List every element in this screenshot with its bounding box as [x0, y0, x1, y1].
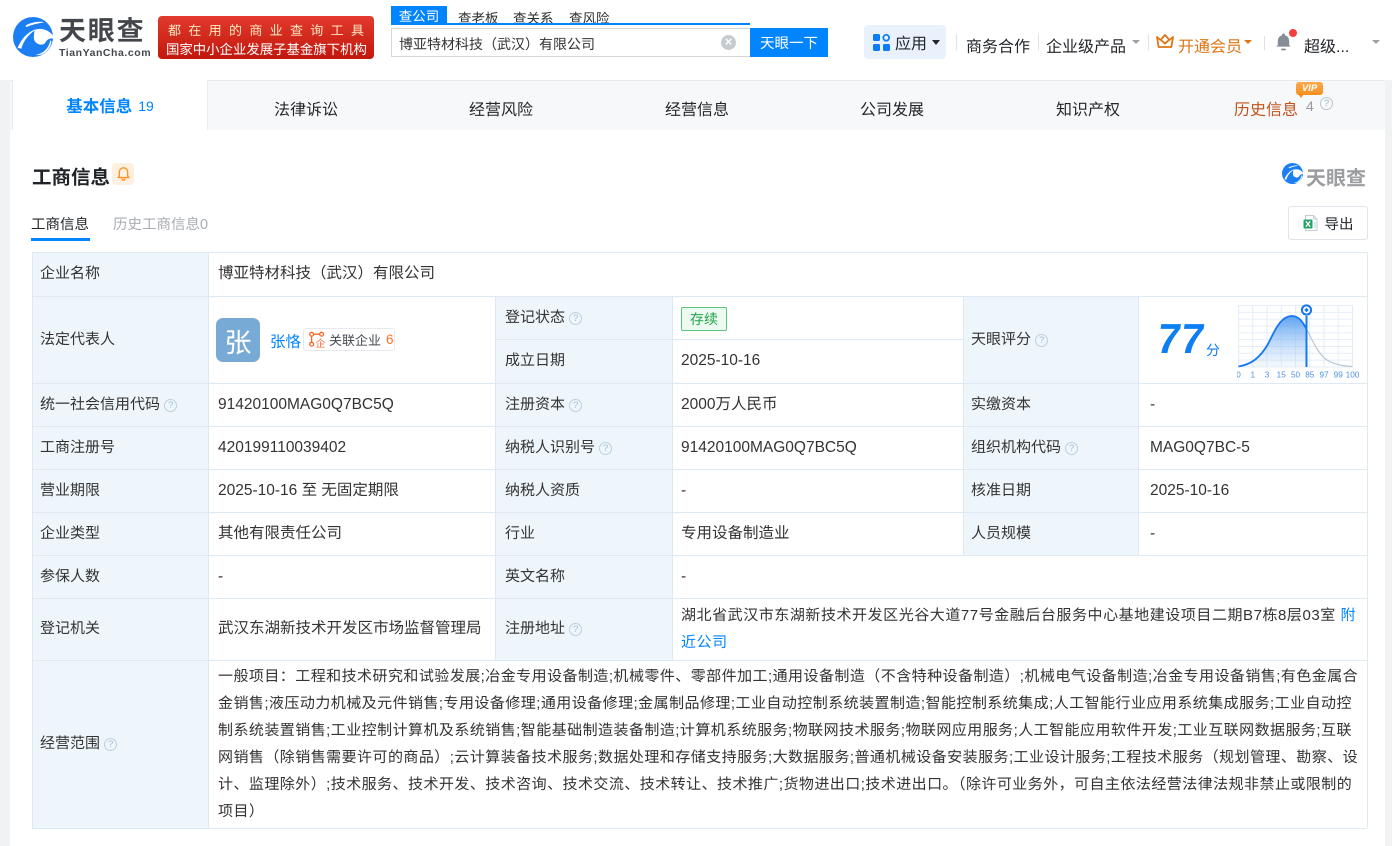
- svg-text:100: 100: [1346, 371, 1360, 380]
- svg-text:99: 99: [1334, 371, 1344, 380]
- svg-text:97: 97: [1319, 371, 1329, 380]
- svg-text:50: 50: [1291, 371, 1301, 380]
- svg-text:1: 1: [1251, 371, 1256, 380]
- svg-text:企: 企: [316, 335, 326, 348]
- svg-text:3: 3: [1265, 371, 1270, 380]
- svg-text:0: 0: [1237, 371, 1241, 380]
- svg-text:85: 85: [1305, 371, 1315, 380]
- svg-text:15: 15: [1277, 371, 1287, 380]
